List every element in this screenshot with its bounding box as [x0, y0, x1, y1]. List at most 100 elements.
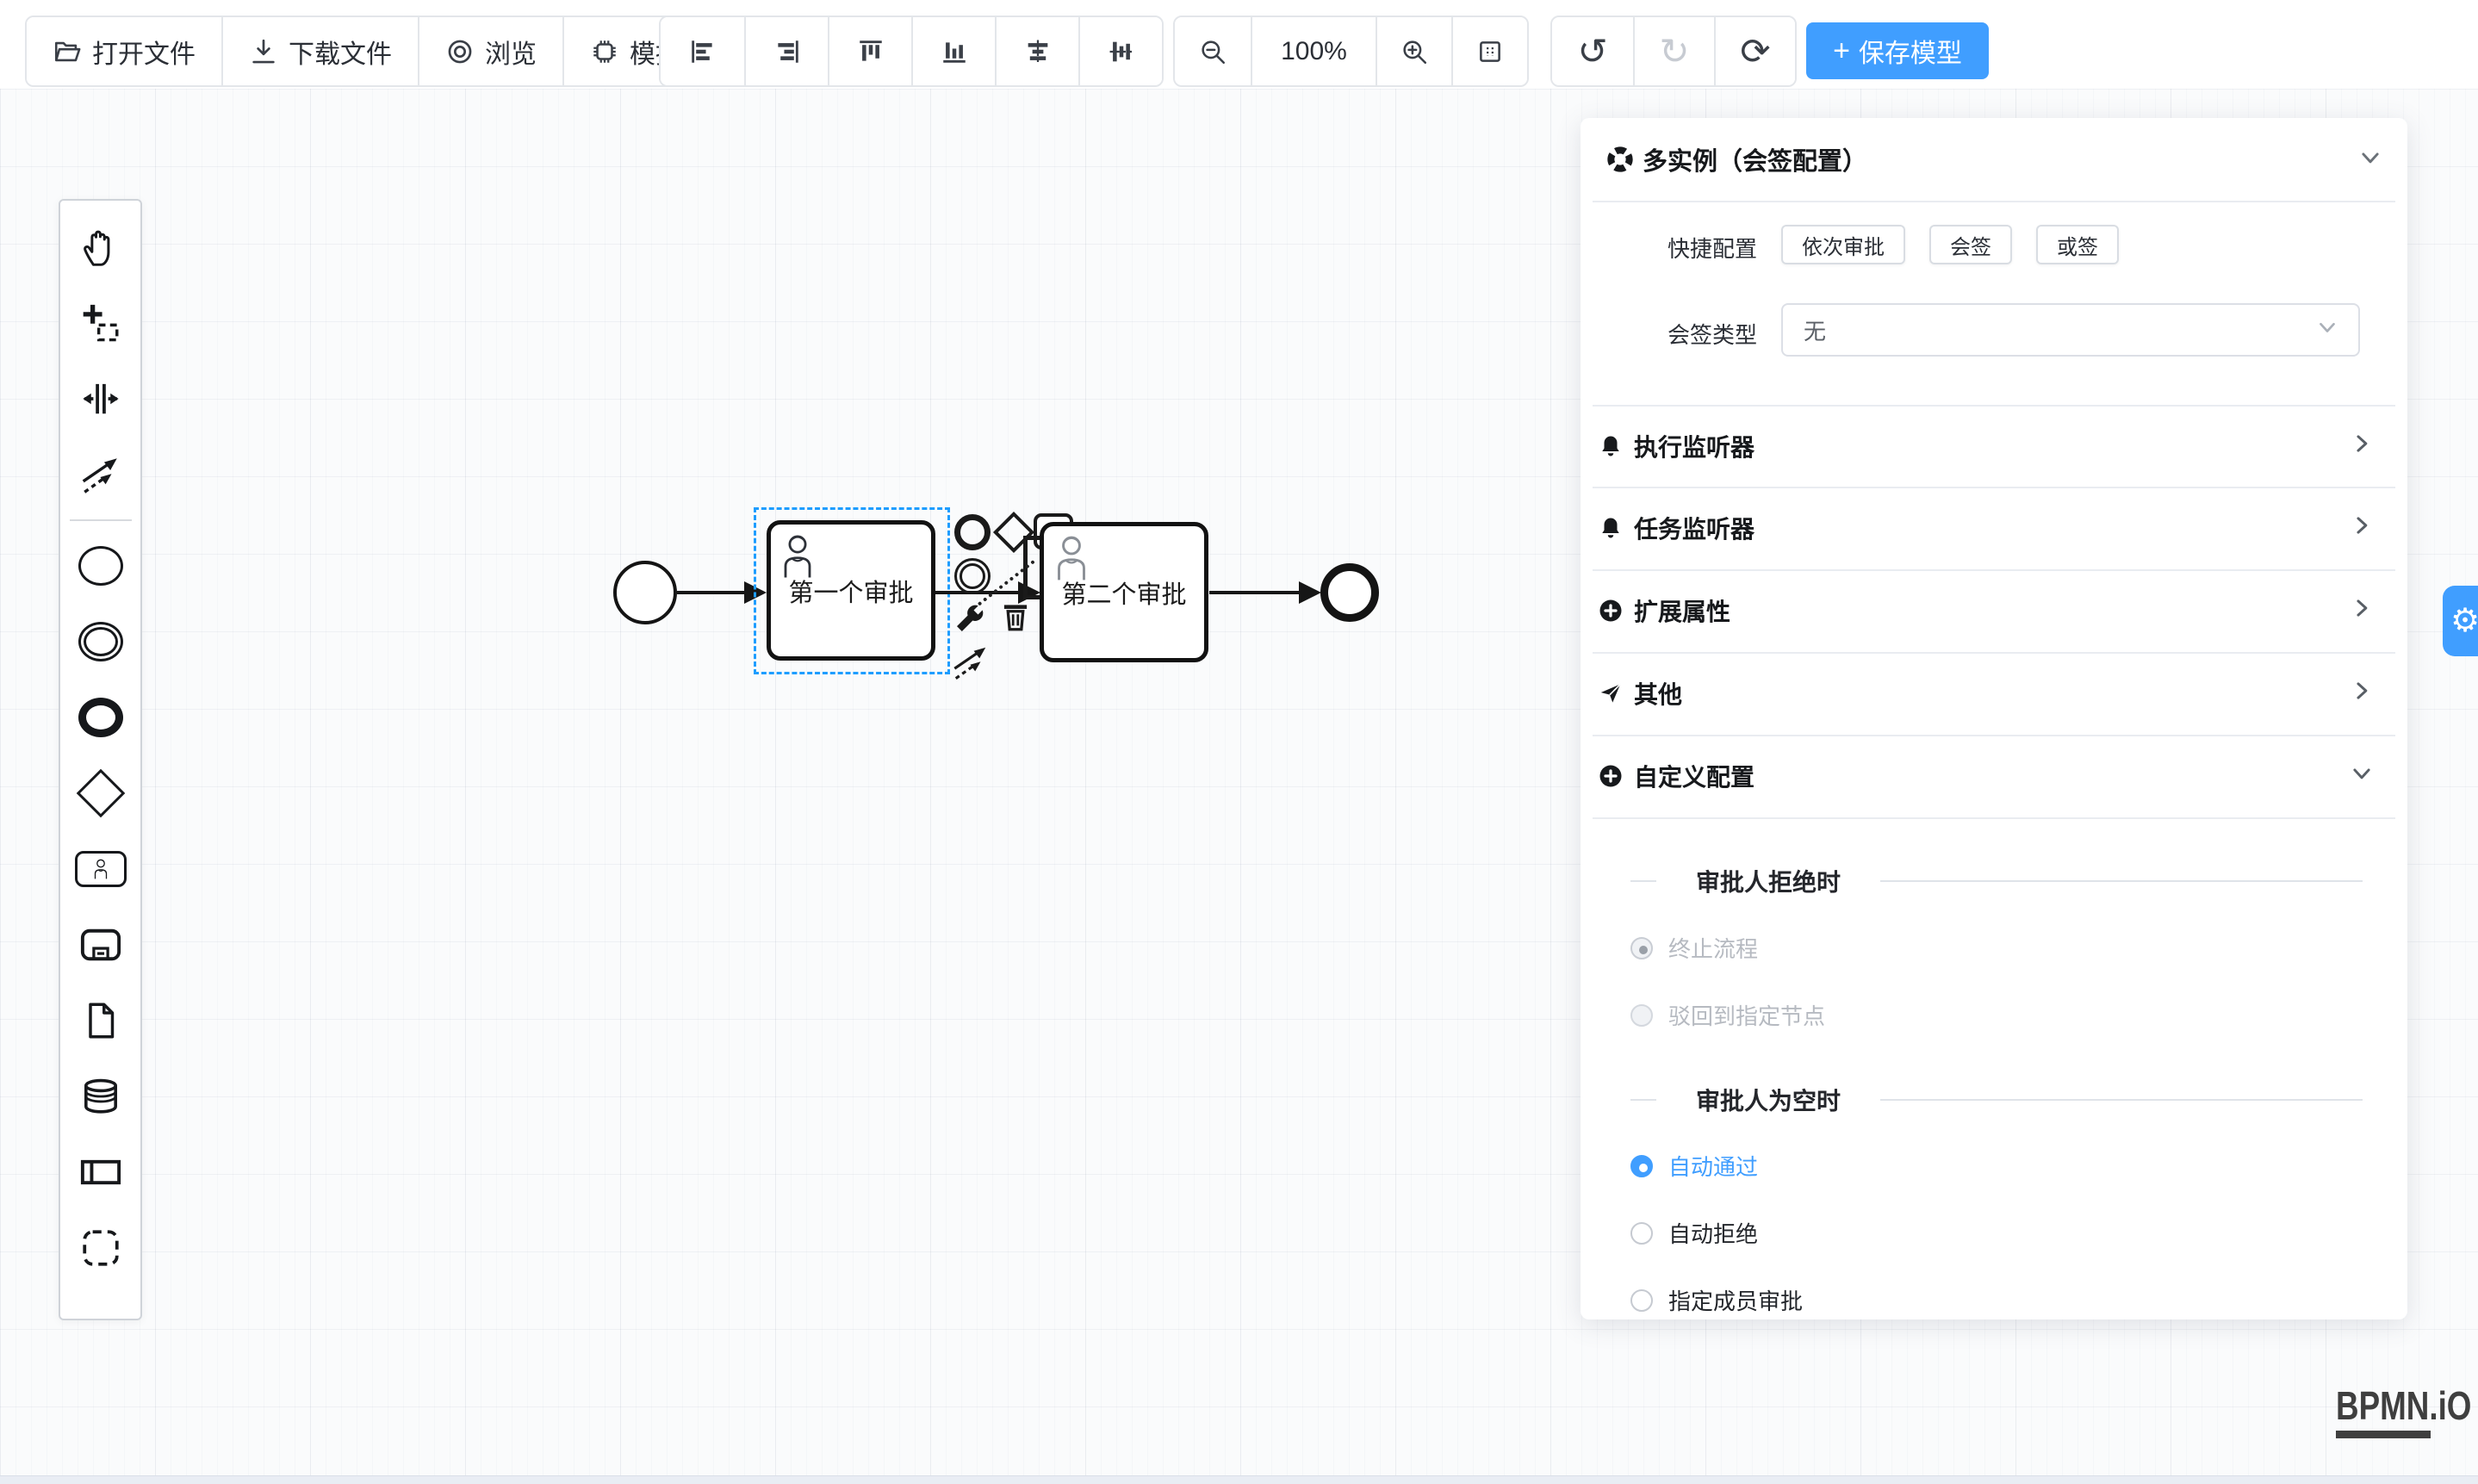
gear-icon: ⚙ [2450, 605, 2478, 637]
chevron-down-icon [2317, 317, 2338, 344]
section-label: 执行监听器 [1634, 429, 1754, 463]
radio-icon [1630, 937, 1653, 959]
radio-terminate-process[interactable]: 终止流程 [1630, 932, 1758, 964]
preview-label: 浏览 [485, 33, 537, 71]
redo-button[interactable]: ↻ [1633, 17, 1714, 85]
sequence-flow-3[interactable] [1209, 591, 1302, 594]
create-user-task[interactable] [65, 831, 137, 907]
radio-auto-pass[interactable]: 自动通过 [1630, 1150, 1758, 1182]
create-start-event[interactable] [65, 528, 137, 604]
section-custom-config[interactable]: 自定义配置 [1598, 735, 2390, 817]
section-label: 其他 [1634, 676, 1682, 711]
undo-button[interactable]: ↺ [1552, 17, 1633, 85]
fit-viewport-icon [1475, 37, 1505, 66]
chevron-down-icon [2351, 762, 2373, 789]
bpmn-logo[interactable]: BPMN.iO [2336, 1382, 2439, 1438]
connect-button[interactable] [951, 643, 991, 682]
bottom-bar [0, 1475, 2478, 1484]
quick-config-options: 依次审批 会签 或签 [1781, 225, 2143, 264]
create-group[interactable] [65, 1210, 137, 1286]
create-intermediate-event[interactable] [65, 604, 137, 680]
align-left-button[interactable] [661, 17, 744, 85]
settings-tab[interactable]: ⚙ [2443, 586, 2478, 656]
create-data-store[interactable] [65, 1059, 137, 1134]
quick-option-sequential-button[interactable]: 依次审批 [1781, 225, 1905, 264]
bpmn-logo-text: BPMN.iO [2336, 1382, 2471, 1429]
download-file-label: 下载文件 [289, 33, 392, 71]
align-center-horizontal-button[interactable] [995, 17, 1078, 85]
chevron-right-icon [2351, 680, 2373, 706]
zoom-out-button[interactable] [1175, 17, 1251, 85]
start-event-shape[interactable] [613, 561, 677, 624]
lasso-tool[interactable] [65, 285, 137, 361]
align-center-vertical-button[interactable] [1078, 17, 1162, 85]
radio-auto-reject[interactable]: 自动拒绝 [1630, 1217, 1758, 1249]
quick-option-label: 或签 [2057, 230, 2098, 260]
preview-button[interactable]: 浏览 [418, 17, 562, 85]
empty-title: 审批人为空时 [1696, 1083, 1841, 1117]
history-toolbar-group: ↺ ↻ ⟳ [1550, 16, 1797, 87]
bpmn-logo-underline [2336, 1431, 2431, 1438]
reject-title: 审批人拒绝时 [1696, 864, 1841, 898]
sign-type-select[interactable]: 无 [1781, 303, 2360, 357]
quick-option-countersign-button[interactable]: 会签 [1929, 225, 2012, 264]
align-right-button[interactable] [744, 17, 828, 85]
divider [1593, 817, 2395, 819]
hand-icon [79, 226, 122, 269]
collapse-section-button[interactable] [2359, 146, 2382, 173]
database-icon [79, 1075, 122, 1118]
delete-button[interactable] [997, 598, 1034, 634]
radio-assign-member[interactable]: 指定成员审批 [1630, 1284, 1803, 1316]
sequence-flow-1[interactable] [677, 591, 748, 594]
plus-circle-icon [1598, 763, 1624, 789]
create-participant[interactable] [65, 1134, 137, 1210]
subprocess-icon [78, 922, 123, 967]
align-top-button[interactable] [828, 17, 911, 85]
section-execution-listener[interactable]: 执行监听器 [1598, 405, 2390, 487]
end-event-shape[interactable] [1320, 563, 1379, 622]
reset-diagram-button[interactable]: ⟳ [1714, 17, 1795, 85]
radio-reject-to-node[interactable]: 驳回到指定节点 [1630, 999, 1825, 1031]
radio-icon [1630, 1004, 1653, 1027]
plus-circle-icon [1598, 598, 1624, 624]
section-extended-properties[interactable]: 扩展属性 [1598, 569, 2390, 651]
section-label: 自定义配置 [1634, 759, 1754, 793]
global-connect-tool[interactable] [65, 437, 137, 512]
hand-tool[interactable] [65, 209, 137, 285]
align-bottom-button[interactable] [911, 17, 995, 85]
create-data-object[interactable] [65, 983, 137, 1059]
open-file-label: 打开文件 [92, 33, 196, 71]
gateway-icon [76, 769, 125, 818]
save-model-button[interactable]: + 保存模型 [1806, 22, 1989, 79]
task-second-approval[interactable]: 第二个审批 [1040, 522, 1208, 662]
fit-viewport-button[interactable] [1451, 17, 1527, 85]
space-tool-icon [79, 377, 122, 420]
download-file-button[interactable]: 下载文件 [221, 17, 418, 85]
sign-type-label: 会签类型 [1662, 318, 1757, 350]
section-label: 任务监听器 [1634, 511, 1754, 545]
section-task-listener[interactable]: 任务监听器 [1598, 487, 2390, 568]
radio-label: 自动通过 [1668, 1150, 1758, 1182]
space-tool[interactable] [65, 361, 137, 437]
download-icon [249, 37, 278, 66]
file-icon [80, 1000, 121, 1041]
task-first-approval[interactable]: 第一个审批 [767, 520, 935, 661]
radio-icon [1630, 1222, 1653, 1245]
create-end-event[interactable] [65, 680, 137, 755]
quick-option-orsign-button[interactable]: 或签 [2036, 225, 2119, 264]
align-center-vertical-icon [1107, 37, 1136, 66]
create-subprocess[interactable] [65, 907, 137, 983]
section-other[interactable]: 其他 [1598, 652, 2390, 734]
append-end-event-button[interactable] [954, 514, 991, 550]
folder-open-icon [53, 37, 82, 66]
panel-title: 多实例（会签配置） [1643, 141, 1867, 177]
open-file-button[interactable]: 打开文件 [27, 17, 221, 85]
settings-wrench-button[interactable] [953, 601, 987, 636]
append-intermediate-event-button[interactable] [954, 558, 991, 594]
create-gateway[interactable] [65, 755, 137, 831]
chevron-down-icon [2359, 146, 2382, 169]
quick-config-label: 快捷配置 [1662, 232, 1757, 264]
palette-separator [70, 519, 132, 521]
bpmn-designer-app: 打开文件 下载文件 浏览 模拟 100% ↺ ↻ [0, 0, 2478, 1484]
zoom-in-button[interactable] [1376, 17, 1451, 85]
